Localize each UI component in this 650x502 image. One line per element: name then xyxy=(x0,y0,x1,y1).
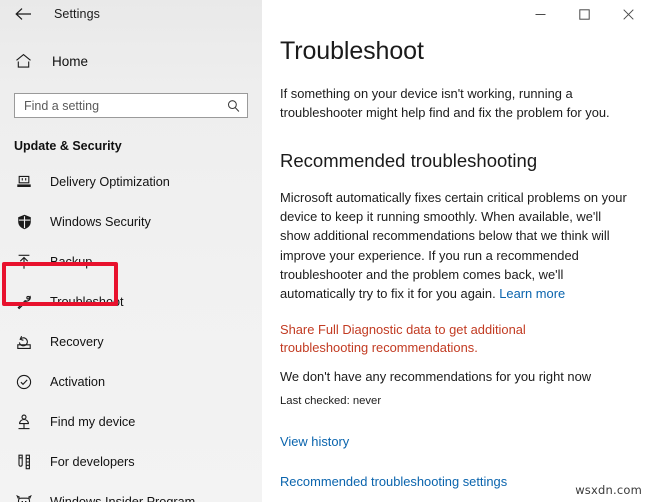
sidebar-item-label: Windows Security xyxy=(50,215,151,229)
search-box[interactable] xyxy=(14,93,248,118)
sidebar-item-troubleshoot[interactable]: Troubleshoot xyxy=(0,282,262,322)
intro-text: If something on your device isn't workin… xyxy=(280,85,610,120)
insider-bug-icon xyxy=(12,495,36,502)
sidebar-item-recovery[interactable]: Recovery xyxy=(0,322,262,362)
maximize-button[interactable] xyxy=(562,0,606,29)
recommended-troubleshooting-body: Microsoft automatically fixes certain cr… xyxy=(280,188,632,304)
sidebar-item-label: Delivery Optimization xyxy=(50,175,170,189)
settings-window: Settings Home Updat xyxy=(0,0,650,502)
find-my-device-icon xyxy=(12,414,36,430)
sidebar-item-delivery-optimization[interactable]: Delivery Optimization xyxy=(0,162,262,202)
delivery-optimization-icon xyxy=(12,175,36,190)
no-recommendations-text: We don't have any recommendations for yo… xyxy=(280,369,592,385)
minimize-button[interactable] xyxy=(518,0,562,29)
home-icon xyxy=(10,53,36,69)
sidebar-item-home[interactable]: Home xyxy=(0,41,262,81)
wrench-icon xyxy=(12,294,36,310)
recommended-troubleshooting-settings-link[interactable]: Recommended troubleshooting settings xyxy=(280,474,507,489)
sidebar-item-label: Backup xyxy=(50,255,93,269)
main-content: Troubleshoot If something on your device… xyxy=(262,0,650,502)
close-button[interactable] xyxy=(606,0,650,29)
sidebar-item-activation[interactable]: Activation xyxy=(0,362,262,402)
sidebar-item-label: Recovery xyxy=(50,335,104,349)
sidebar-item-backup[interactable]: Backup xyxy=(0,242,262,282)
sidebar-item-for-developers[interactable]: For developers xyxy=(0,442,262,482)
window-controls xyxy=(518,0,650,29)
sidebar-item-windows-insider-program[interactable]: Windows Insider Program xyxy=(0,482,262,502)
view-history-link[interactable]: View history xyxy=(280,434,349,449)
sidebar-item-windows-security[interactable]: Windows Security xyxy=(0,202,262,242)
sidebar-item-find-my-device[interactable]: Find my device xyxy=(0,402,262,442)
sidebar-item-label: Windows Insider Program xyxy=(50,495,196,502)
sidebar: Settings Home Updat xyxy=(0,0,262,502)
developer-tools-icon xyxy=(12,454,36,470)
search-icon[interactable] xyxy=(227,99,240,112)
diagnostic-warning-text: Share Full Diagnostic data to get additi… xyxy=(280,321,526,356)
recommended-body-text: Microsoft automatically fixes certain cr… xyxy=(280,189,627,302)
check-circle-icon xyxy=(12,374,36,390)
back-arrow-icon[interactable] xyxy=(10,3,36,25)
recommended-troubleshooting-heading: Recommended troubleshooting xyxy=(280,149,538,171)
search-container xyxy=(14,93,248,118)
last-checked-text: Last checked: never xyxy=(280,395,382,408)
watermark: wsxdn.com xyxy=(575,483,642,497)
learn-more-link[interactable]: Learn more xyxy=(499,286,565,301)
title-bar: Settings xyxy=(0,0,262,28)
sidebar-item-label: Find my device xyxy=(50,415,136,429)
sidebar-item-label: Troubleshoot xyxy=(50,295,124,309)
sidebar-section-header: Update & Security xyxy=(14,139,122,153)
app-title: Settings xyxy=(54,7,100,21)
backup-upload-icon xyxy=(12,254,36,270)
sidebar-nav: Delivery Optimization Windows Security B… xyxy=(0,162,262,502)
view-history-row: View history xyxy=(280,433,632,451)
sidebar-item-label: For developers xyxy=(50,455,135,469)
sidebar-item-label: Activation xyxy=(50,375,106,389)
search-input[interactable] xyxy=(15,94,247,117)
page-title: Troubleshoot xyxy=(280,37,424,65)
recovery-icon xyxy=(12,335,36,350)
shield-icon xyxy=(12,214,36,230)
sidebar-item-home-label: Home xyxy=(52,53,89,69)
